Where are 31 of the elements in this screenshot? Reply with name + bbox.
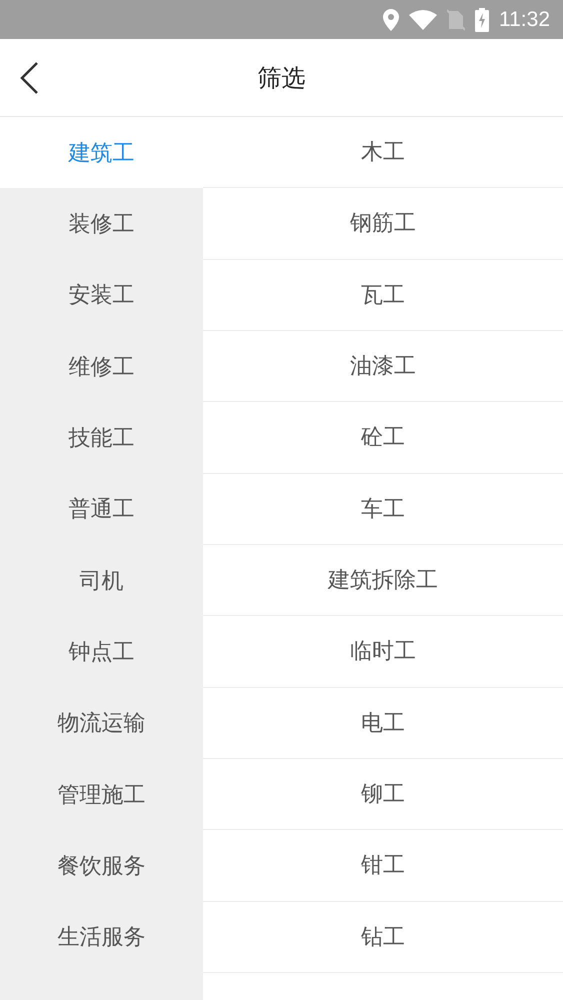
category-item[interactable]: 安装工 (0, 260, 203, 331)
no-sim-icon (447, 8, 465, 30)
category-item[interactable]: 管理施工 (0, 758, 203, 830)
wifi-icon (409, 10, 437, 30)
category-item[interactable]: 普通工 (0, 474, 203, 545)
category-item[interactable]: 钟点工 (0, 616, 203, 688)
trade-item[interactable]: 临时工 (203, 616, 563, 688)
category-item[interactable]: 装修工 (0, 188, 203, 260)
status-time: 11:32 (499, 8, 550, 32)
trade-item[interactable]: 钳工 (203, 830, 563, 902)
category-item[interactable]: 生活服务 (0, 902, 203, 973)
trade-item[interactable]: 瓦工 (203, 260, 563, 331)
back-icon (18, 61, 40, 95)
category-item[interactable]: 建筑工 (0, 117, 203, 188)
category-item[interactable]: 物流运输 (0, 688, 203, 759)
category-item[interactable]: 司机 (0, 544, 203, 616)
trade-item[interactable]: 电工 (203, 688, 563, 759)
location-icon (383, 8, 399, 30)
page-title: 筛选 (258, 62, 306, 94)
trade-item[interactable]: 油漆工 (203, 330, 563, 402)
battery-charging-icon (475, 8, 489, 32)
trade-item[interactable]: 钻工 (203, 902, 563, 973)
trade-item[interactable]: 砼工 (203, 402, 563, 474)
category-item[interactable]: 技能工 (0, 402, 203, 474)
category-item[interactable]: 餐饮服务 (0, 830, 203, 902)
trade-item[interactable]: 钢筋工 (203, 188, 563, 260)
trade-item[interactable]: 铆工 (203, 758, 563, 830)
trade-item[interactable]: 木工 (203, 117, 563, 188)
trade-item[interactable]: 车工 (203, 474, 563, 545)
trade-item[interactable]: 建筑拆除工 (203, 544, 563, 616)
category-item[interactable]: 维修工 (0, 330, 203, 402)
